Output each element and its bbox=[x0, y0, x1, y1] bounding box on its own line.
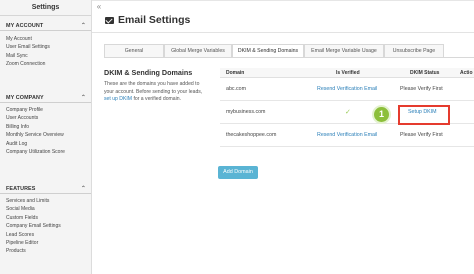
sidebar-section-header[interactable]: FEATURES ⌃ bbox=[0, 184, 91, 194]
chevron-up-icon: ⌃ bbox=[80, 186, 86, 192]
col-domain: Domain bbox=[226, 70, 245, 76]
domain-cell: mybusiness.com bbox=[226, 109, 266, 115]
sidebar-item-billing-info[interactable]: Billing Info bbox=[0, 123, 91, 131]
resend-verification-link[interactable]: Resend Verification Email bbox=[317, 124, 377, 147]
col-dkim-status: DKIM Status bbox=[410, 70, 440, 76]
col-action: Actio bbox=[460, 70, 473, 76]
sidebar-item-user-accounts[interactable]: User Accounts bbox=[0, 114, 91, 122]
table-row: abc.com Resend Verification Email Please… bbox=[220, 78, 474, 101]
sidebar-item-company-utilization-score[interactable]: Company Utilization Score bbox=[0, 148, 91, 156]
highlight-box bbox=[398, 105, 450, 125]
dkim-description: These are the domains you have added to … bbox=[104, 81, 208, 104]
sidebar-item-audit-log[interactable]: Audit Log bbox=[0, 140, 91, 148]
sidebar-section-heading: MY ACCOUNT bbox=[6, 22, 44, 29]
domain-cell: thecakeshoppee.com bbox=[226, 132, 277, 138]
chevron-up-icon: ⌃ bbox=[80, 95, 86, 101]
settings-sidebar: Settings MY ACCOUNT ⌃ My Account User Em… bbox=[0, 0, 92, 274]
dkim-desc-text: These are the domains you have added to … bbox=[104, 81, 203, 95]
sidebar-section-my-account: MY ACCOUNT ⌃ My Account User Email Setti… bbox=[0, 21, 91, 69]
sidebar-item-products[interactable]: Products bbox=[0, 247, 91, 255]
sidebar-item-company-profile[interactable]: Company Profile bbox=[0, 106, 91, 114]
top-divider bbox=[92, 0, 474, 1]
sidebar-section-my-company: MY COMPANY ⌃ Company Profile User Accoun… bbox=[0, 93, 91, 156]
dkim-desc-text-end: for a verified domain. bbox=[132, 96, 182, 103]
sidebar-title: Settings bbox=[0, 0, 91, 16]
title-divider bbox=[92, 32, 474, 33]
setup-dkim-link[interactable]: set up DKIM bbox=[104, 96, 132, 102]
step-number-badge: 1 bbox=[372, 105, 391, 124]
sidebar-item-zoom-connection[interactable]: Zoom Connection bbox=[0, 60, 91, 68]
tab-dkim-sending-domains[interactable]: DKIM & Sending Domains bbox=[232, 44, 304, 57]
sidebar-item-services-and-limits[interactable]: Services and Limits bbox=[0, 197, 91, 205]
page-title-text: Email Settings bbox=[118, 14, 191, 26]
tabs-divider bbox=[104, 57, 474, 58]
resend-verification-link[interactable]: Resend Verification Email bbox=[317, 78, 377, 101]
sidebar-item-custom-fields[interactable]: Custom Fields bbox=[0, 214, 91, 222]
sidebar-item-lead-scores[interactable]: Lead Scores bbox=[0, 231, 91, 239]
dkim-status-cell: Please Verify First bbox=[400, 86, 443, 92]
dkim-heading: DKIM & Sending Domains bbox=[104, 68, 193, 77]
page-title: Email Settings bbox=[105, 14, 190, 26]
settings-tabs: General Global Merge Variables DKIM & Se… bbox=[104, 44, 444, 57]
table-header: Domain Is Verified DKIM Status Actio bbox=[220, 68, 474, 78]
domain-cell: abc.com bbox=[226, 86, 247, 92]
envelope-icon bbox=[105, 16, 114, 24]
sidebar-section-heading: MY COMPANY bbox=[6, 94, 44, 101]
tab-global-merge-variables[interactable]: Global Merge Variables bbox=[164, 44, 232, 57]
tab-unsubscribe-page[interactable]: Unsubscribe Page bbox=[384, 44, 444, 57]
sidebar-item-mail-sync[interactable]: Mail Sync bbox=[0, 52, 91, 60]
sidebar-section-features: FEATURES ⌃ Services and Limits Social Me… bbox=[0, 184, 91, 256]
sidebar-section-heading: FEATURES bbox=[6, 185, 36, 192]
sidebar-item-social-media[interactable]: Social Media bbox=[0, 205, 91, 213]
sidebar-section-header[interactable]: MY COMPANY ⌃ bbox=[0, 93, 91, 103]
sidebar-item-user-email-settings[interactable]: User Email Settings bbox=[0, 43, 91, 51]
chevron-up-icon: ⌃ bbox=[80, 23, 86, 29]
table-row: thecakeshoppee.com Resend Verification E… bbox=[220, 124, 474, 147]
sidebar-item-my-account[interactable]: My Account bbox=[0, 35, 91, 43]
col-is-verified: Is Verified bbox=[336, 70, 360, 76]
sidebar-section-header[interactable]: MY ACCOUNT ⌃ bbox=[0, 21, 91, 31]
tab-email-merge-variable-usage[interactable]: Email Merge Variable Usage bbox=[304, 44, 384, 57]
sidebar-item-monthly-service-overview[interactable]: Monthly Service Overview bbox=[0, 131, 91, 139]
dkim-status-cell: Please Verify First bbox=[400, 132, 443, 138]
add-domain-button[interactable]: Add Domain bbox=[218, 166, 258, 179]
sidebar-item-company-email-settings[interactable]: Company Email Settings bbox=[0, 222, 91, 230]
check-icon: ✓ bbox=[345, 109, 351, 116]
sidebar-item-pipeline-editor[interactable]: Pipeline Editor bbox=[0, 239, 91, 247]
tab-general[interactable]: General bbox=[104, 44, 164, 57]
